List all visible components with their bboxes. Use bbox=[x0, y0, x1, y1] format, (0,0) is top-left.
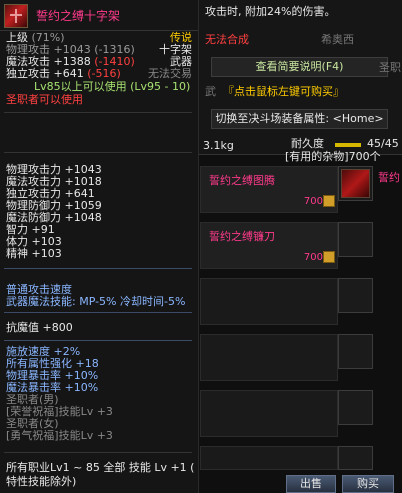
anti-magic: 抗魔值 +800 bbox=[6, 322, 73, 334]
divider bbox=[4, 152, 192, 153]
weapon-skill: 武器魔法技能: MP-5% 冷却时间-5% bbox=[6, 295, 186, 308]
item-slot[interactable] bbox=[338, 222, 373, 257]
shop-item-card-empty bbox=[200, 446, 338, 470]
divider bbox=[4, 452, 192, 453]
trade-status: 无法交易 bbox=[148, 67, 192, 80]
cross-weapon-icon bbox=[4, 4, 28, 28]
durability-bar-fill bbox=[335, 143, 361, 147]
shop-item-card-empty bbox=[200, 278, 338, 325]
shop-window: 誓约之缚图腾 700 誓约 誓约之缚镰刀 700 出售 购买 攻击时, 附加24… bbox=[0, 0, 402, 493]
stat-value: +1048 bbox=[64, 211, 102, 224]
cross-weapon-icon bbox=[341, 169, 370, 198]
item-slot[interactable] bbox=[338, 390, 373, 425]
divider bbox=[4, 268, 192, 269]
shop-item-card-empty bbox=[200, 390, 338, 437]
anti-magic-label: 抗魔值 bbox=[6, 321, 39, 334]
view-brief-button[interactable]: 查看简要说明(F4) bbox=[211, 57, 388, 77]
stat-value: +103 bbox=[31, 247, 62, 260]
extra-text: 希奥西 bbox=[321, 33, 354, 46]
stat-line: 精神 +103 bbox=[6, 248, 62, 260]
stat-diff: (-516) bbox=[87, 67, 121, 80]
stat-line: 独立攻击 +641 (-516) bbox=[6, 68, 121, 80]
stat-label: 精神 bbox=[6, 247, 28, 260]
divider bbox=[4, 112, 192, 113]
no-merge-text: 无法合成 bbox=[205, 33, 249, 46]
item-slot[interactable] bbox=[338, 334, 373, 369]
item-tooltip: 誓约之缚十字架 上级 (71%) 传说 物理攻击 +1043 (-1316) 十… bbox=[0, 0, 199, 493]
shop-item-name-partial: 誓约 bbox=[378, 171, 400, 184]
item-detail-popup: 攻击时, 附加24%的伤害。 无法合成 希奥西 查看简要说明(F4) 圣职 武 … bbox=[199, 0, 402, 163]
shop-item-card-totem[interactable]: 誓约之缚图腾 700 bbox=[200, 166, 338, 213]
tooltip-header: 誓约之缚十字架 bbox=[0, 0, 198, 31]
shop-item-card-scythe[interactable]: 誓约之缚镰刀 700 bbox=[200, 222, 338, 269]
item-name: 誓约之缚十字架 bbox=[36, 9, 121, 23]
shop-item-name: 誓约之缚镰刀 bbox=[209, 230, 275, 243]
shop-item-price: 700 bbox=[303, 196, 323, 207]
durability-label: 耐久度 bbox=[291, 137, 324, 150]
switch-duel-stats-button[interactable]: 切换至决斗场装备属性: <Home> bbox=[211, 109, 388, 129]
weight-text: 3.1kg bbox=[203, 139, 234, 152]
stat-value: +641 bbox=[53, 67, 84, 80]
item-slot[interactable] bbox=[338, 446, 373, 470]
material-coin-icon bbox=[323, 251, 335, 263]
click-buy-hint: 『点击鼠标左键可购买』 bbox=[223, 85, 344, 98]
effect-text: 攻击时, 附加24%的伤害。 bbox=[205, 5, 336, 18]
side-label-2: 武 bbox=[205, 85, 216, 98]
class-requirement: 圣职者可以使用 bbox=[6, 93, 83, 106]
anti-magic-value: +800 bbox=[42, 321, 73, 334]
divider bbox=[4, 340, 192, 341]
side-label: 圣职 bbox=[379, 61, 401, 74]
shop-item-card-empty bbox=[200, 334, 338, 381]
durability-value: 45/45 bbox=[367, 137, 399, 150]
item-slot[interactable] bbox=[338, 278, 373, 313]
all-job-bonus-2: 特性技能除外) bbox=[6, 475, 77, 488]
price-note: [有用的杂物]700个 bbox=[285, 150, 381, 163]
shop-item-name: 誓约之缚图腾 bbox=[209, 174, 275, 187]
skill-line: [勇气祝福]技能Lv +3 bbox=[6, 429, 113, 442]
stat-label: 独立攻击 bbox=[6, 67, 50, 80]
durability-bar bbox=[335, 143, 361, 147]
level-requirement: Lv85以上可以使用 (Lv95 - 10) bbox=[34, 80, 191, 93]
bonus-value: +10% bbox=[64, 381, 99, 394]
material-coin-icon bbox=[323, 195, 335, 207]
shop-item-price: 700 bbox=[303, 252, 323, 263]
sell-button[interactable]: 出售 bbox=[286, 475, 336, 493]
item-slot[interactable] bbox=[338, 166, 373, 201]
divider bbox=[4, 312, 192, 313]
buy-button[interactable]: 购买 bbox=[342, 475, 394, 493]
all-job-bonus: 所有职业Lv1 ~ 85 全部 技能 Lv +1 ( bbox=[6, 461, 195, 474]
